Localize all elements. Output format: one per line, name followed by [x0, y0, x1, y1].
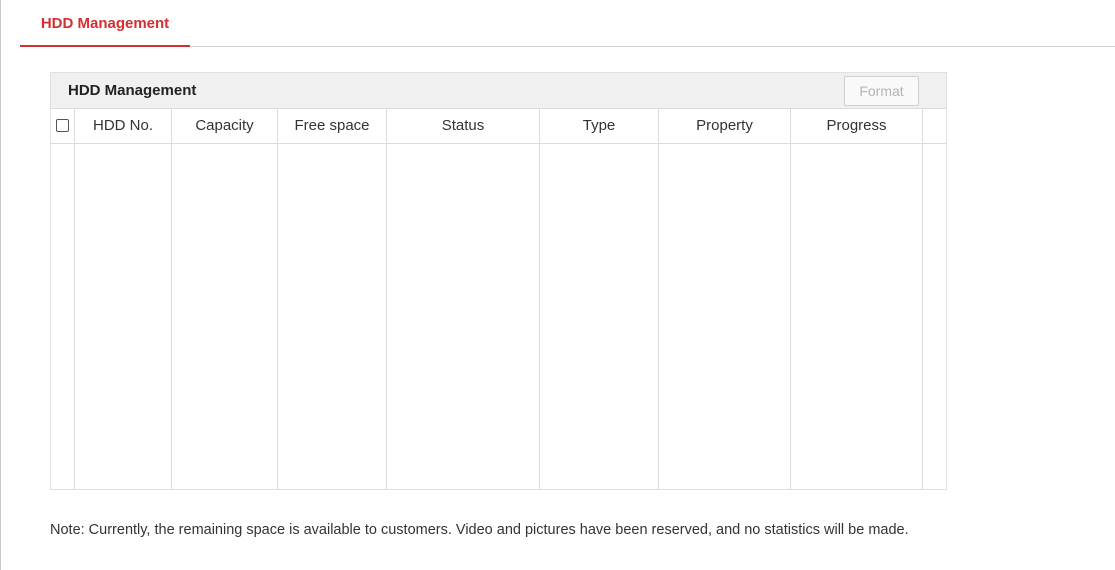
hdd-management-panel: HDD Management Format HDD No. Capacity F…: [50, 72, 947, 490]
scrollbar-column: [923, 109, 946, 490]
column-capacity: Capacity: [172, 109, 278, 490]
column-header-free-space[interactable]: Free space: [278, 109, 386, 144]
column-header-progress[interactable]: Progress: [791, 109, 922, 144]
panel-header: HDD Management Format: [51, 73, 946, 108]
hdd-table: HDD No. Capacity Free space Status Type …: [51, 108, 946, 490]
scrollbar-header: [923, 109, 946, 144]
select-all-checkbox[interactable]: [56, 118, 69, 132]
select-all-header: [51, 109, 74, 144]
tab-bar: HDD Management: [20, 0, 1115, 47]
tab-hdd-management[interactable]: HDD Management: [20, 0, 190, 47]
column-header-capacity[interactable]: Capacity: [172, 109, 277, 144]
checkbox-column: [51, 109, 75, 490]
column-type: Type: [540, 109, 659, 490]
column-header-property[interactable]: Property: [659, 109, 790, 144]
column-property: Property: [659, 109, 791, 490]
column-status: Status: [387, 109, 540, 490]
column-header-type[interactable]: Type: [540, 109, 658, 144]
footnote: Note: Currently, the remaining space is …: [50, 522, 909, 538]
column-hdd-no: HDD No.: [75, 109, 172, 490]
column-progress: Progress: [791, 109, 923, 490]
page-left-border: [0, 0, 1, 570]
format-button[interactable]: Format: [844, 76, 919, 106]
column-free-space: Free space: [278, 109, 387, 490]
panel-title: HDD Management: [68, 82, 197, 99]
column-header-hdd-no[interactable]: HDD No.: [75, 109, 171, 144]
column-header-status[interactable]: Status: [387, 109, 539, 144]
